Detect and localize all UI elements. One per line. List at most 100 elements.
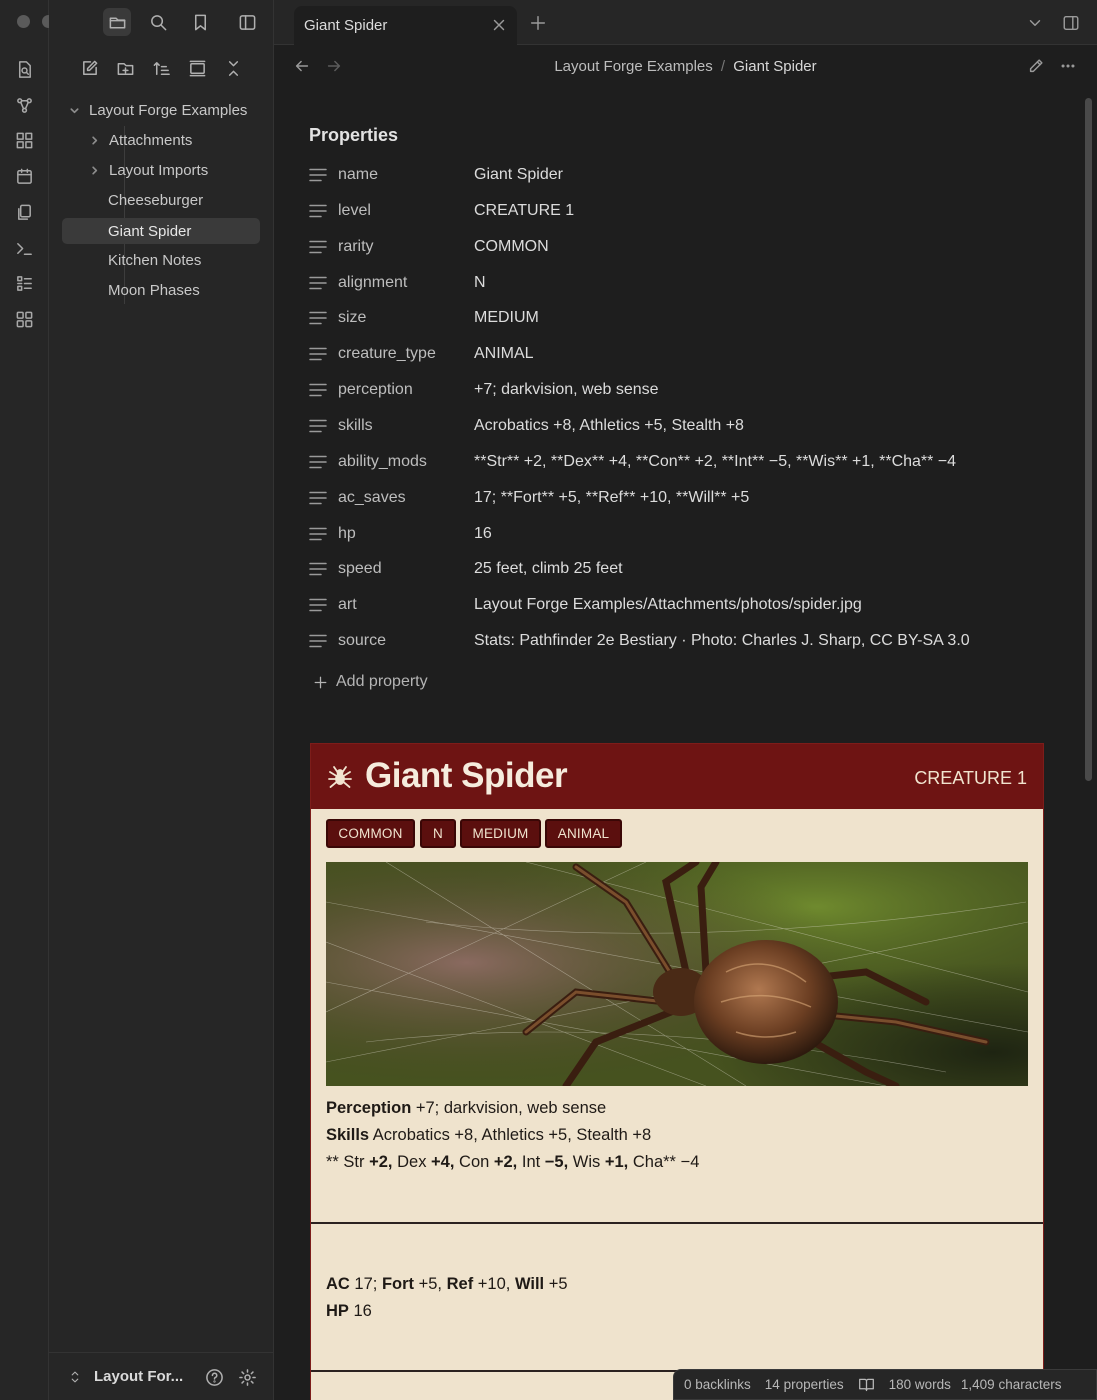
properties-heading[interactable]: Properties: [309, 125, 398, 146]
note-view: Layout Forge Examples / Giant Spider Pro…: [274, 45, 1097, 1400]
collapse-all-icon[interactable]: [219, 54, 247, 82]
property-value[interactable]: **Str** +2, **Dex** +4, **Con** +2, **In…: [474, 453, 956, 471]
property-row-hp[interactable]: hp 16: [309, 519, 1029, 549]
canvas-icon[interactable]: [12, 128, 36, 152]
auto-reveal-icon[interactable]: [183, 54, 211, 82]
property-key[interactable]: level: [338, 202, 474, 220]
property-key[interactable]: ac_saves: [338, 489, 474, 507]
new-note-icon[interactable]: [75, 54, 103, 82]
property-key[interactable]: skills: [338, 417, 474, 435]
tree-folder-layout-forge-examples[interactable]: Layout Forge Examples: [67, 97, 257, 123]
tree-file-kitchen-notes[interactable]: Kitchen Notes: [98, 247, 260, 273]
new-tab-plus-icon[interactable]: [525, 10, 551, 36]
backlinks-count[interactable]: 0 backlinks: [684, 1377, 751, 1392]
abilities-line: ** Str +2, Dex +4, Con +2, Int −5, Wis +…: [326, 1153, 699, 1172]
property-value[interactable]: 25 feet, climb 25 feet: [474, 560, 623, 578]
property-row-size[interactable]: size MEDIUM: [309, 303, 1029, 333]
property-row-level[interactable]: level CREATURE 1: [309, 196, 1029, 226]
plugins-grid-icon[interactable]: [12, 307, 36, 331]
chevron-right-icon: [87, 163, 101, 177]
search-icon[interactable]: [144, 8, 172, 36]
search-file-icon[interactable]: [12, 57, 36, 81]
property-key[interactable]: rarity: [338, 238, 474, 256]
tree-file-giant-spider[interactable]: Giant Spider: [62, 218, 260, 244]
tree-item-label: Kitchen Notes: [108, 251, 202, 269]
file-explorer-folder-icon[interactable]: [103, 8, 131, 36]
more-options-icon[interactable]: [1055, 53, 1081, 79]
breadcrumb-file[interactable]: Giant Spider: [733, 58, 816, 75]
tree-file-moon-phases[interactable]: Moon Phases: [98, 277, 260, 303]
tab-giant-spider[interactable]: Giant Spider: [294, 6, 517, 46]
property-value[interactable]: Stats: Pathfinder 2e Bestiary · Photo: C…: [474, 632, 970, 650]
ability-segment: Cha** −4: [628, 1153, 700, 1171]
property-key[interactable]: art: [338, 596, 474, 614]
daily-note-calendar-icon[interactable]: [12, 164, 36, 188]
left-ribbon: [0, 0, 81, 1400]
close-window-button[interactable]: [17, 15, 30, 28]
close-tab-icon[interactable]: [486, 12, 512, 38]
property-key[interactable]: ability_mods: [338, 453, 474, 471]
property-row-ability-mods[interactable]: ability_mods **Str** +2, **Dex** +4, **Co…: [309, 447, 1029, 477]
property-key[interactable]: size: [338, 309, 474, 327]
property-value[interactable]: Giant Spider: [474, 166, 563, 184]
ability-segment: Int: [517, 1153, 545, 1171]
property-value[interactable]: N: [474, 274, 486, 292]
text-lines-icon: [309, 598, 327, 612]
property-row-name[interactable]: name Giant Spider: [309, 160, 1029, 190]
text-lines-icon: [309, 240, 327, 254]
property-row-perception[interactable]: perception +7; darkvision, web sense: [309, 375, 1029, 405]
tab-list-chevron-down-icon[interactable]: [1022, 10, 1048, 36]
property-value[interactable]: Acrobatics +8, Athletics +5, Stealth +8: [474, 417, 744, 435]
property-value[interactable]: COMMON: [474, 238, 549, 256]
command-palette-icon[interactable]: [12, 236, 36, 260]
property-row-source[interactable]: source Stats: Pathfinder 2e Bestiary · Ph…: [309, 626, 1029, 656]
property-row-art[interactable]: art Layout Forge Examples/Attachments/pho…: [309, 590, 1029, 620]
property-value[interactable]: Layout Forge Examples/Attachments/photos…: [474, 596, 862, 614]
property-row-creature-type[interactable]: creature_type ANIMAL: [309, 339, 1029, 369]
word-count: 180 words: [888, 1377, 951, 1392]
edit-pencil-icon[interactable]: [1023, 53, 1049, 79]
property-key[interactable]: perception: [338, 381, 474, 399]
breadcrumb-folder[interactable]: Layout Forge Examples: [554, 58, 712, 75]
reading-book-icon[interactable]: [858, 1376, 875, 1393]
outline-list-icon[interactable]: [12, 271, 36, 295]
help-icon[interactable]: [200, 1363, 228, 1391]
vault-name[interactable]: Layout For...: [94, 1368, 183, 1385]
property-row-speed[interactable]: speed 25 feet, climb 25 feet: [309, 554, 1029, 584]
toggle-left-sidebar-icon[interactable]: [233, 8, 261, 36]
property-row-ac-saves[interactable]: ac_saves 17; **Fort** +5, **Ref** +10, **…: [309, 483, 1029, 513]
property-key[interactable]: speed: [338, 560, 474, 578]
property-key[interactable]: creature_type: [338, 345, 474, 363]
property-value[interactable]: ANIMAL: [474, 345, 534, 363]
will-value: +5: [544, 1275, 568, 1293]
tree-file-cheeseburger[interactable]: Cheeseburger: [98, 187, 260, 213]
property-row-skills[interactable]: skills Acrobatics +8, Athletics +5, Steal…: [309, 411, 1029, 441]
add-property-button[interactable]: Add property: [313, 669, 428, 695]
property-value[interactable]: +7; darkvision, web sense: [474, 381, 659, 399]
property-value[interactable]: 16: [474, 525, 492, 543]
tree-folder-attachments[interactable]: Attachments: [87, 127, 257, 153]
will-label: Will: [514, 1275, 545, 1293]
tree-folder-layout-imports[interactable]: Layout Imports: [87, 157, 257, 183]
property-value[interactable]: CREATURE 1: [474, 202, 574, 220]
property-key[interactable]: hp: [338, 525, 474, 543]
new-folder-icon[interactable]: [111, 54, 139, 82]
ability-segment: Dex: [392, 1153, 432, 1171]
templates-copy-icon[interactable]: [12, 200, 36, 224]
property-key[interactable]: alignment: [338, 274, 474, 292]
property-key[interactable]: name: [338, 166, 474, 184]
vault-switch-updown-icon[interactable]: [61, 1363, 89, 1391]
sort-order-icon[interactable]: [147, 54, 175, 82]
settings-gear-icon[interactable]: [233, 1363, 261, 1391]
property-key[interactable]: source: [338, 632, 474, 650]
toggle-right-sidebar-icon[interactable]: [1058, 10, 1084, 36]
file-explorer-sidebar: Layout Forge Examples Attachments Layout…: [49, 0, 274, 1400]
graph-view-icon[interactable]: [12, 93, 36, 117]
vertical-scrollbar[interactable]: [1085, 98, 1092, 781]
bookmark-icon[interactable]: [186, 8, 214, 36]
text-lines-icon: [309, 347, 327, 361]
property-value[interactable]: 17; **Fort** +5, **Ref** +10, **Will** +…: [474, 489, 749, 507]
property-row-rarity[interactable]: rarity COMMON: [309, 232, 1029, 262]
property-row-alignment[interactable]: alignment N: [309, 268, 1029, 298]
property-value[interactable]: MEDIUM: [474, 309, 539, 327]
